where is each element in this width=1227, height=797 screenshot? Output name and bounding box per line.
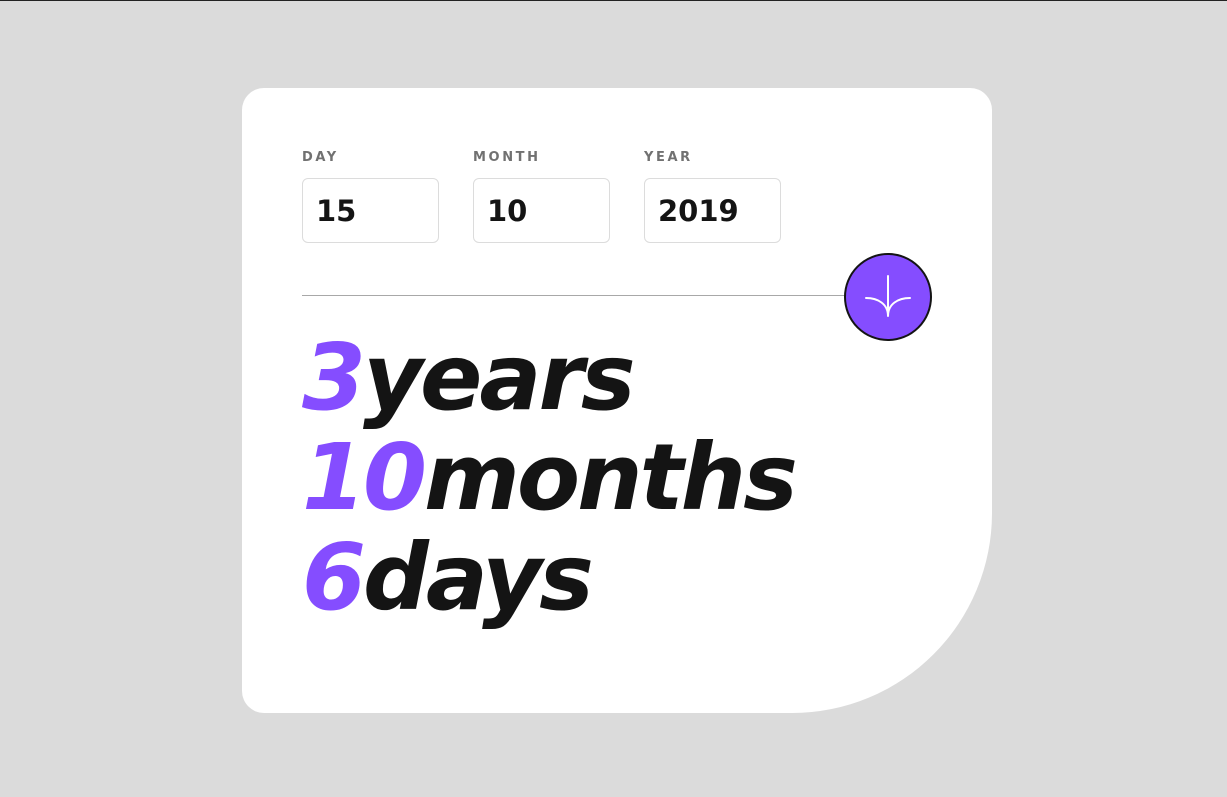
day-field: DAY <box>302 150 439 243</box>
day-input[interactable] <box>302 178 439 243</box>
month-label: MONTH <box>473 150 541 165</box>
submit-button[interactable] <box>844 253 932 341</box>
age-calculator-card: DAY MONTH YEAR 3years 10months 6days <box>242 88 992 713</box>
year-input[interactable] <box>644 178 781 243</box>
months-value: 10 <box>302 424 427 531</box>
days-unit: days <box>363 524 594 631</box>
day-label: DAY <box>302 150 339 165</box>
results: 3years 10months 6days <box>302 328 798 628</box>
months-result: 10months <box>302 428 798 528</box>
year-field: YEAR <box>644 150 781 243</box>
years-result: 3years <box>302 328 795 428</box>
days-value: 6 <box>302 524 366 631</box>
year-label: YEAR <box>644 150 693 165</box>
divider <box>302 295 847 296</box>
years-unit: years <box>363 324 636 431</box>
arrow-down-icon <box>865 274 911 320</box>
days-result: 6days <box>302 528 795 628</box>
month-field: MONTH <box>473 150 610 243</box>
month-input[interactable] <box>473 178 610 243</box>
months-unit: months <box>424 424 798 531</box>
years-value: 3 <box>302 324 366 431</box>
